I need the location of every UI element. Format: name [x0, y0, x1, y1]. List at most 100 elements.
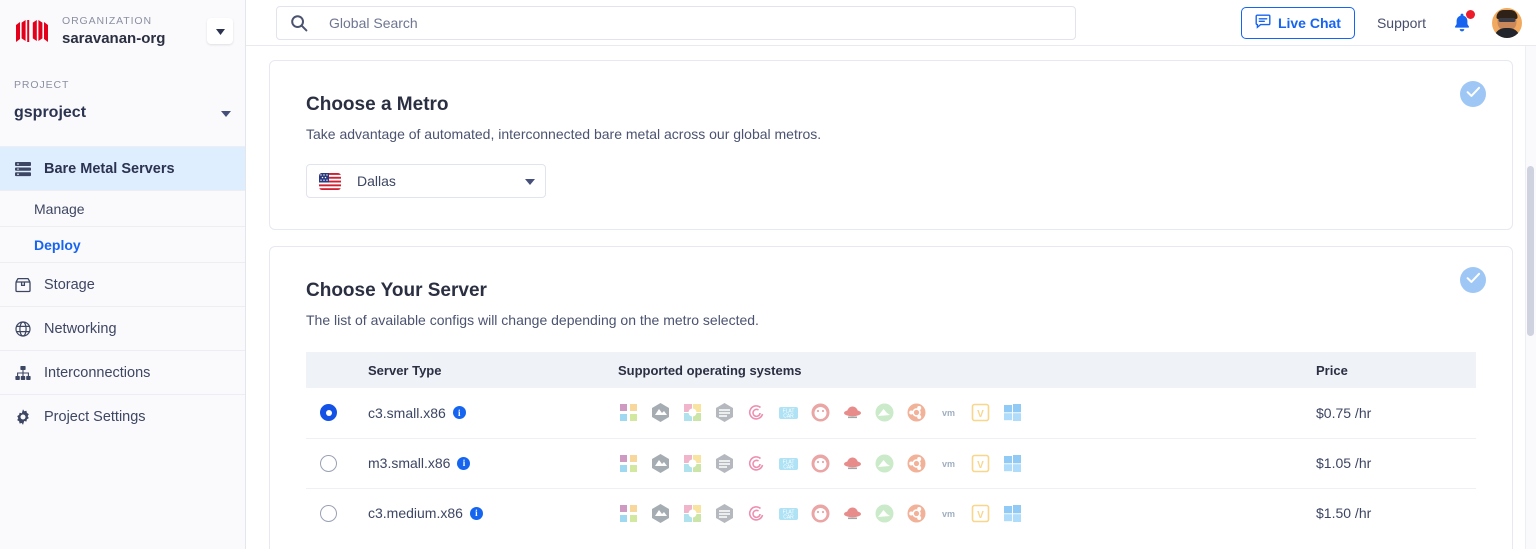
project-section: PROJECT gsproject — [0, 64, 245, 132]
rocky-green-icon — [874, 503, 895, 524]
vmware-icon: vm — [938, 402, 959, 423]
row-type-cell: c3.medium.x86 i — [368, 488, 618, 538]
sidebar-subitem-deploy[interactable]: Deploy — [0, 226, 245, 262]
sidebar-item-label: Interconnections — [44, 364, 151, 381]
rocky-green-icon — [874, 402, 895, 423]
svg-text:vm: vm — [942, 408, 955, 418]
sidebar-subitem-manage[interactable]: Manage — [0, 190, 245, 226]
column-header-select — [306, 352, 368, 388]
server-type-label: c3.medium.x86 — [368, 505, 463, 522]
redhat-icon — [842, 503, 863, 524]
sidebar-item-storage[interactable]: Storage — [0, 262, 245, 306]
freebsd-icon — [810, 503, 831, 524]
svg-text:CAR: CAR — [783, 464, 794, 470]
almalinux-icon — [650, 402, 671, 423]
main-area: Live Chat Support — [246, 0, 1536, 549]
vyos-icon: V — [970, 453, 991, 474]
table-header-row: Server Type Supported operating systems … — [306, 352, 1476, 388]
row-price-cell: $1.50 /hr — [1316, 505, 1372, 522]
flatcar-icon: FLAT CAR — [778, 402, 799, 423]
info-icon[interactable]: i — [452, 406, 466, 420]
server-table-header: Server Type Supported operating systems … — [306, 352, 1476, 388]
opensuse-icon — [682, 453, 703, 474]
notification-bell-button[interactable] — [1452, 9, 1475, 37]
chevron-down-icon — [215, 22, 225, 40]
rockylinux-hex-icon — [714, 402, 735, 423]
metro-card-subtitle: Take advantage of automated, interconnec… — [306, 126, 822, 142]
column-header-server-type: Server Type — [368, 352, 618, 388]
user-avatar[interactable] — [1492, 7, 1522, 38]
windows-icon — [1002, 453, 1023, 474]
svg-text:vm: vm — [942, 459, 955, 469]
rockylinux-hex-icon — [714, 453, 735, 474]
server-type-label: c3.small.x86 — [368, 404, 446, 421]
table-row[interactable]: c3.small.x86 i FLAT CAR vm V $0.75 /hr — [306, 388, 1476, 439]
server-step-complete-badge — [1460, 267, 1486, 293]
table-row[interactable]: c3.medium.x86 i FLAT CAR vm V $1.50 /hr — [306, 488, 1476, 538]
global-search — [276, 5, 1076, 40]
org-switcher-caret[interactable] — [207, 18, 233, 44]
flatcar-icon: FLAT CAR — [778, 503, 799, 524]
project-switcher[interactable]: gsproject — [14, 104, 231, 128]
server-type-label: m3.small.x86 — [368, 455, 451, 471]
storage-box-icon — [12, 274, 34, 296]
vmware-icon: vm — [938, 453, 959, 474]
sidebar-item-project-settings[interactable]: Project Settings — [0, 394, 245, 438]
column-header-os: Supported operating systems — [618, 352, 1316, 388]
search-input[interactable] — [276, 5, 1076, 40]
gear-icon — [12, 406, 34, 428]
sidebar-item-interconnections[interactable]: Interconnections — [0, 350, 245, 394]
opensuse-icon — [682, 402, 703, 423]
live-chat-button[interactable]: Live Chat — [1240, 6, 1355, 39]
row-select-cell[interactable] — [306, 388, 368, 439]
info-icon[interactable]: i — [457, 456, 471, 470]
row-select-cell[interactable] — [306, 438, 368, 489]
sidebar-item-networking[interactable]: Networking — [0, 306, 245, 350]
notification-bell-icon — [1452, 13, 1472, 37]
org-switcher[interactable]: ORGANIZATION saravanan-org — [0, 0, 245, 64]
ubuntu-icon — [906, 453, 927, 474]
org-label: ORGANIZATION — [62, 14, 152, 27]
svg-text:CAR: CAR — [783, 414, 794, 420]
project-label: PROJECT — [14, 79, 70, 91]
metro-selected-value: Dallas — [357, 173, 396, 189]
page-scrollbar-thumb[interactable] — [1527, 166, 1534, 336]
vyos-icon: V — [970, 402, 991, 423]
column-header-price: Price — [1316, 352, 1476, 388]
chat-bubble-icon — [1255, 14, 1271, 32]
server-radio-c3-small[interactable] — [320, 404, 337, 422]
app-root: ORGANIZATION saravanan-org PROJECT gspro… — [0, 0, 1536, 549]
server-table-body: c3.small.x86 i FLAT CAR vm V $0.75 /hr m… — [306, 388, 1476, 538]
vyos-icon: V — [970, 503, 991, 524]
chevron-down-icon — [221, 104, 231, 122]
freebsd-icon — [810, 453, 831, 474]
support-link[interactable]: Support — [1377, 15, 1426, 31]
server-radio-c3-medium[interactable] — [320, 504, 337, 522]
debian-icon — [746, 453, 767, 474]
server-radio-m3-small[interactable] — [320, 454, 337, 472]
sitemap-icon — [12, 362, 34, 384]
topbar: Live Chat Support — [246, 0, 1536, 46]
sidebar-item-label: Bare Metal Servers — [44, 160, 175, 177]
row-os-cell: FLAT CAR vm V — [618, 488, 1316, 538]
svg-text:V: V — [977, 460, 984, 471]
choose-metro-card: Choose a Metro Take advantage of automat… — [269, 60, 1513, 230]
debian-icon — [746, 503, 767, 524]
info-icon[interactable]: i — [469, 506, 483, 520]
equinix-metal-logo — [12, 19, 52, 45]
sidebar-item-label: Project Settings — [44, 408, 146, 425]
sidebar-item-bare-metal-servers[interactable]: Bare Metal Servers — [0, 146, 245, 190]
sidebar-subitem-label: Deploy — [34, 236, 81, 253]
page-scrollbar[interactable] — [1525, 46, 1536, 549]
centos-icon — [618, 453, 639, 474]
check-circle-icon — [1466, 85, 1481, 103]
row-price-cell: $0.75 /hr — [1316, 388, 1476, 439]
row-select-cell[interactable] — [306, 488, 368, 538]
metro-select[interactable]: Dallas — [306, 164, 546, 198]
row-type-cell: c3.small.x86 i — [368, 388, 618, 439]
ubuntu-icon — [906, 402, 927, 423]
almalinux-icon — [650, 503, 671, 524]
sidebar-item-label: Storage — [44, 276, 95, 293]
sidebar-nav: Bare Metal Servers Manage Deploy Storage — [0, 146, 245, 438]
table-row[interactable]: m3.small.x86 i FLAT CAR vm V $1.05 /hr — [306, 438, 1476, 489]
